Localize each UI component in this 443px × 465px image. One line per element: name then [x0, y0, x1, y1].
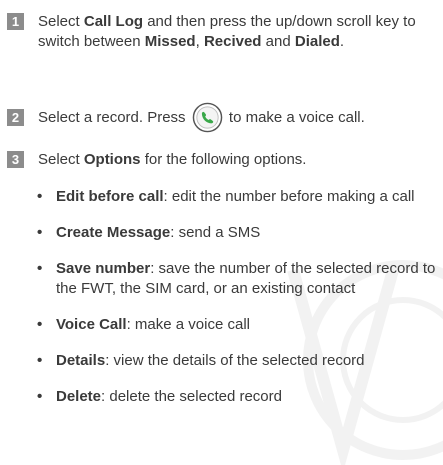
option-desc: : delete the selected record: [101, 388, 282, 405]
option-term: Delete: [56, 388, 102, 405]
step-3: 3 Select Options for the following optio…: [7, 150, 437, 170]
option-desc: : make a voice call: [126, 316, 250, 333]
step-text: Select Options for the following options…: [38, 150, 437, 170]
menu-term-call-log: Call Log: [83, 13, 144, 30]
option-term: Edit before call: [56, 188, 164, 205]
bullet-dot: •: [37, 188, 43, 205]
bullet-dot: •: [37, 388, 43, 405]
step-text-part: and: [261, 33, 295, 50]
list-item: • Create Message: send a SMS: [37, 223, 437, 243]
step-text-part: ,: [195, 33, 204, 50]
step-text-part: Select: [38, 151, 84, 168]
bullet-dot: •: [37, 224, 43, 241]
menu-term-missed: Missed: [144, 33, 196, 50]
step-text-part: .: [339, 33, 345, 50]
menu-term-dialed: Dialed: [294, 33, 340, 50]
step-number-badge: 1: [7, 13, 24, 30]
option-term: Create Message: [56, 224, 171, 241]
step-1: 1 Select Call Log and then press the up/…: [7, 12, 437, 52]
option-desc: : send a SMS: [170, 224, 261, 241]
step-text: Select a record. Press to make a voice c…: [38, 102, 437, 132]
step-text-part: to make a voice call.: [224, 109, 365, 126]
menu-term-recived: Recived: [203, 33, 262, 50]
call-key-icon: [192, 102, 223, 132]
option-desc: : view the details of the selected recor…: [105, 352, 365, 369]
option-term: Details: [56, 352, 106, 369]
step-text-part: Select a record. Press: [38, 109, 190, 126]
option-term: Save number: [56, 260, 151, 277]
option-term: Voice Call: [56, 316, 127, 333]
options-list: • Edit before call: edit the number befo…: [37, 187, 437, 407]
list-item: • Save number: save the number of the se…: [37, 259, 437, 299]
step-2: 2 Select a record. Press to make a voice…: [7, 102, 437, 132]
step-text-part: Select: [38, 13, 84, 30]
step-number-badge: 2: [7, 109, 24, 126]
bullet-dot: •: [37, 316, 43, 333]
list-item: • Edit before call: edit the number befo…: [37, 187, 437, 207]
list-item: • Delete: delete the selected record: [37, 387, 437, 407]
option-desc: : edit the number before making a call: [163, 188, 415, 205]
bullet-dot: •: [37, 260, 43, 277]
list-item: • Voice Call: make a voice call: [37, 315, 437, 335]
step-text-part: for the following options.: [140, 151, 307, 168]
step-number-badge: 3: [7, 151, 24, 168]
menu-term-options: Options: [83, 151, 141, 168]
step-text: Select Call Log and then press the up/do…: [38, 12, 437, 52]
bullet-dot: •: [37, 352, 43, 369]
list-item: • Details: view the details of the selec…: [37, 351, 437, 371]
